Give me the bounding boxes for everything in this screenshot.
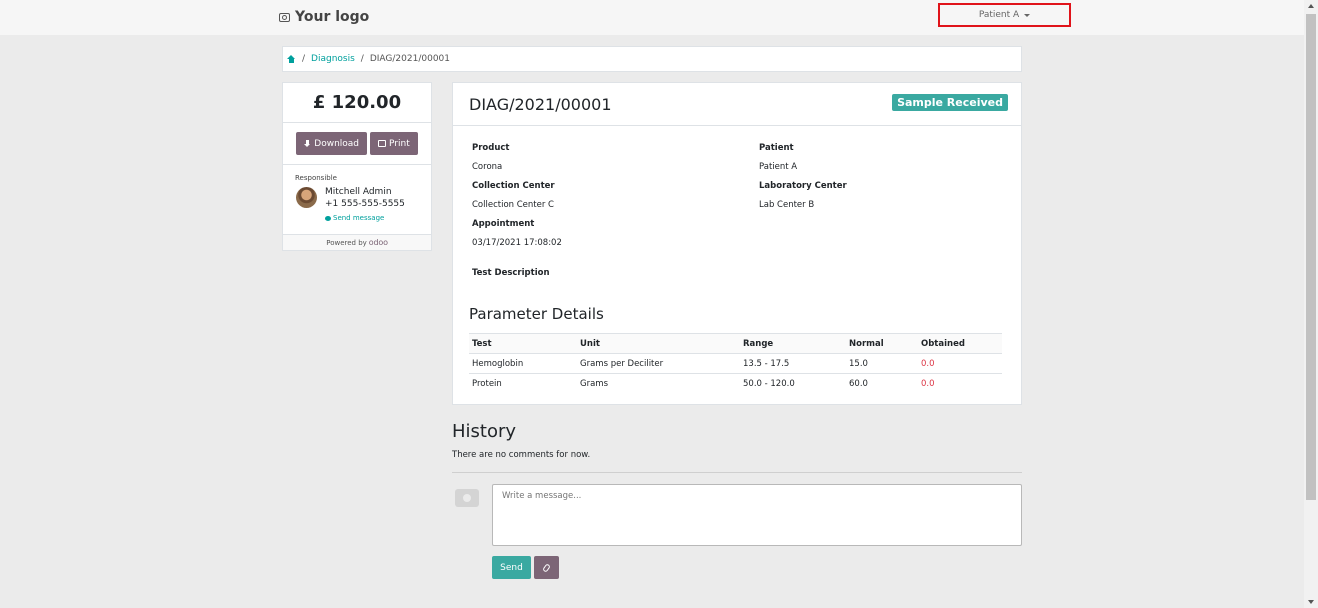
lab-center-value: Lab Center B bbox=[759, 200, 815, 210]
send-message-link[interactable]: Send message bbox=[325, 214, 384, 222]
action-buttons: Download Print bbox=[283, 123, 431, 165]
breadcrumb-separator: / bbox=[360, 54, 364, 64]
collection-center-label: Collection Center bbox=[472, 181, 555, 191]
logo[interactable]: Your logo bbox=[279, 9, 369, 25]
cell-range: 50.0 - 120.0 bbox=[743, 378, 795, 389]
cell-obtained: 0.0 bbox=[921, 378, 935, 389]
powered-by-footer: Powered by odoo bbox=[283, 235, 431, 250]
top-navbar: Your logo Patient A bbox=[0, 0, 1304, 35]
breadcrumb-current: DIAG/2021/00001 bbox=[369, 54, 450, 64]
product-value: Corona bbox=[472, 162, 503, 172]
download-icon bbox=[304, 140, 311, 147]
scroll-up-arrow-icon[interactable] bbox=[1308, 4, 1314, 8]
paperclip-icon bbox=[542, 562, 551, 573]
breadcrumb: / Diagnosis / DIAG/2021/00001 bbox=[282, 46, 1022, 72]
cell-unit: Grams per Deciliter bbox=[577, 353, 740, 374]
cell-test: Protein bbox=[472, 378, 502, 389]
test-description-label: Test Description bbox=[472, 268, 550, 278]
print-icon bbox=[378, 140, 387, 147]
no-comments-text: There are no comments for now. bbox=[452, 450, 591, 460]
card-header: DIAG/2021/00001 Sample Received bbox=[453, 83, 1021, 126]
cell-normal: 15.0 bbox=[846, 353, 918, 374]
download-label: Download bbox=[314, 138, 360, 149]
column-header-obtained: Obtained bbox=[918, 333, 1002, 354]
send-message-label: Send message bbox=[333, 214, 385, 222]
page-scrollbar[interactable] bbox=[1304, 0, 1318, 608]
logo-text: Your logo bbox=[295, 9, 370, 25]
column-header-range: Range bbox=[740, 333, 846, 354]
cell-normal: 60.0 bbox=[849, 378, 868, 389]
message-input[interactable] bbox=[492, 484, 1022, 546]
breadcrumb-link-diagnosis[interactable]: Diagnosis bbox=[311, 54, 355, 64]
responsible-label: Responsible bbox=[295, 174, 337, 182]
avatar bbox=[296, 187, 317, 208]
status-badge: Sample Received bbox=[892, 94, 1008, 111]
user-menu-label: Patient A bbox=[978, 10, 1020, 20]
column-header-test: Test bbox=[469, 333, 577, 354]
column-header-unit: Unit bbox=[577, 333, 740, 354]
scroll-down-arrow-icon[interactable] bbox=[1308, 600, 1314, 604]
caret-down-icon bbox=[1024, 13, 1031, 17]
product-label: Product bbox=[472, 143, 510, 153]
print-button[interactable]: Print bbox=[370, 132, 418, 155]
appointment-value: 03/17/2021 17:08:02 bbox=[472, 238, 562, 248]
table-row: Hemoglobin Grams per Deciliter 13.5 - 17… bbox=[469, 353, 1002, 374]
attach-button[interactable] bbox=[534, 556, 559, 579]
table-header-row: Test Unit Range Normal Obtained bbox=[469, 333, 1002, 354]
user-menu-dropdown[interactable]: Patient A bbox=[938, 3, 1071, 27]
cell-unit: Grams bbox=[580, 378, 608, 389]
history-title: History bbox=[452, 421, 517, 442]
lab-center-label: Laboratory Center bbox=[759, 181, 847, 191]
camera-icon bbox=[279, 12, 290, 22]
diagnosis-card: DIAG/2021/00001 Sample Received Product … bbox=[452, 82, 1022, 405]
cell-test: Hemoglobin bbox=[469, 353, 577, 374]
history-divider bbox=[452, 472, 1022, 473]
parameter-table: Test Unit Range Normal Obtained Hemoglob… bbox=[469, 333, 1002, 394]
print-label: Print bbox=[389, 138, 410, 149]
download-button[interactable]: Download bbox=[296, 132, 368, 155]
cell-range: 13.5 - 17.5 bbox=[740, 353, 846, 374]
camera-placeholder-icon bbox=[455, 489, 479, 507]
home-icon[interactable] bbox=[287, 55, 296, 63]
total-amount: £ 120.00 bbox=[283, 83, 431, 123]
page-title: DIAG/2021/00001 bbox=[469, 95, 612, 114]
parameter-details-title: Parameter Details bbox=[469, 305, 604, 323]
column-header-normal: Normal bbox=[846, 333, 918, 354]
comment-icon bbox=[325, 215, 331, 221]
breadcrumb-separator: / bbox=[302, 54, 306, 64]
responsible-phone: +1 555-555-5555 bbox=[325, 199, 405, 209]
appointment-label: Appointment bbox=[472, 219, 535, 229]
responsible-section: Responsible Mitchell Admin +1 555-555-55… bbox=[283, 165, 431, 235]
powered-by-label: Powered by bbox=[326, 238, 367, 247]
patient-label: Patient bbox=[759, 143, 794, 153]
odoo-logo[interactable]: odoo bbox=[369, 238, 388, 247]
table-row: Protein Grams 50.0 - 120.0 60.0 0.0 bbox=[469, 374, 1002, 394]
send-button[interactable]: Send bbox=[492, 556, 531, 579]
scrollbar-thumb[interactable] bbox=[1306, 14, 1316, 500]
collection-center-value: Collection Center C bbox=[472, 200, 554, 210]
summary-sidebar: £ 120.00 Download Print Responsible Mitc… bbox=[282, 82, 432, 251]
cell-obtained: 0.0 bbox=[918, 353, 1002, 374]
responsible-name: Mitchell Admin bbox=[325, 187, 392, 197]
patient-value: Patient A bbox=[759, 162, 798, 172]
